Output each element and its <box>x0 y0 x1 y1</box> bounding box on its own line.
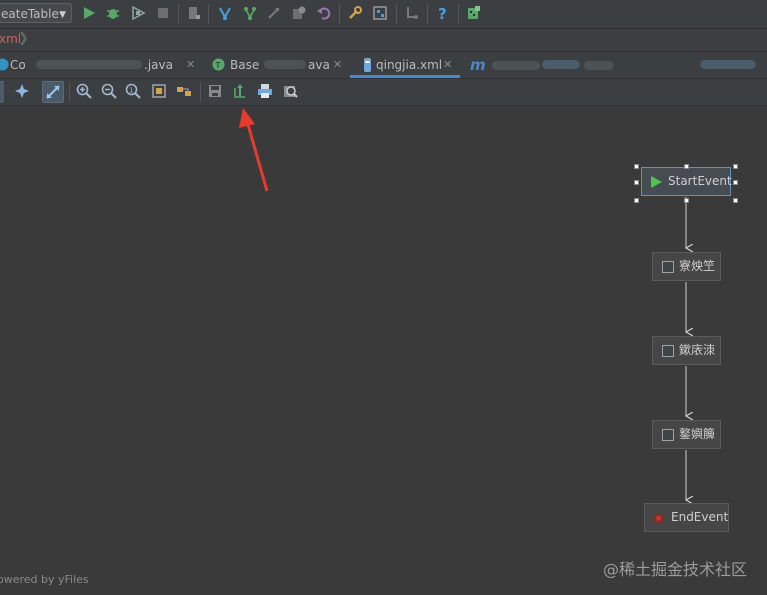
annotation-arrow-head <box>239 108 255 128</box>
tab-label: qingjia.xml <box>376 58 443 72</box>
help-icon[interactable]: ? <box>435 5 451 21</box>
tab-java-test[interactable]: T Base ava ✕ <box>208 52 348 78</box>
toolbar-separator <box>200 83 201 101</box>
breadcrumb-chevron-icon: ❯ <box>18 31 29 46</box>
sdk-icon[interactable] <box>404 5 420 21</box>
run-configuration-select[interactable]: eateTable ▼ <box>0 3 72 23</box>
svg-text:1: 1 <box>129 87 133 95</box>
close-icon[interactable]: ✕ <box>186 52 195 78</box>
debug-icon[interactable] <box>105 5 121 21</box>
toolbar-separator <box>396 4 397 24</box>
plugin-icon[interactable] <box>466 5 482 21</box>
user-task-icon <box>662 261 674 273</box>
node-label: StartEvent <box>668 174 732 188</box>
zoom-out-icon[interactable] <box>101 83 117 99</box>
print-icon[interactable] <box>257 83 273 99</box>
close-icon[interactable]: ✕ <box>443 52 452 78</box>
zoom-original-icon[interactable]: 1 <box>125 83 141 99</box>
selection-handle[interactable] <box>634 198 639 203</box>
start-event-icon <box>651 176 662 188</box>
selection-handle[interactable] <box>733 198 738 203</box>
run-icon[interactable] <box>81 5 97 21</box>
node-end-event[interactable]: EndEvent <box>644 503 729 532</box>
tab-java-class[interactable]: Co .java ✕ <box>0 52 202 78</box>
tab-qingjia-xml[interactable]: qingjia.xml ✕ <box>350 52 460 78</box>
zoom-in-icon[interactable] <box>76 83 92 99</box>
selection-handle[interactable] <box>684 164 689 169</box>
user-task-icon <box>662 345 674 357</box>
tab-maven[interactable]: m <box>462 52 767 78</box>
selection-handle[interactable] <box>733 164 738 169</box>
node-start-event[interactable]: StartEvent <box>641 167 732 196</box>
fit-content-icon <box>46 85 60 99</box>
tab-label-tail: .java <box>144 58 173 72</box>
revert-icon[interactable] <box>316 5 332 21</box>
tab-label-tail: ava <box>308 58 330 72</box>
toolbar-separator <box>339 4 340 24</box>
toolbar-separator <box>69 83 70 101</box>
watermark: @稀土掘金技术社区 <box>603 560 748 579</box>
end-event-icon <box>653 513 664 524</box>
vcs-history-icon[interactable] <box>291 5 307 21</box>
diagram-canvas[interactable]: StartEvent 寮炴笁 鏉庡洓 鐜嬩簲 EndEvent <box>0 106 767 595</box>
vcs-commit-icon[interactable] <box>242 5 258 21</box>
toolbar-separator <box>208 4 209 24</box>
selection-handle[interactable] <box>684 198 689 203</box>
pointer-mode-icon[interactable] <box>0 81 4 103</box>
stop-icon[interactable] <box>155 5 171 21</box>
maven-icon: m <box>470 56 486 74</box>
run-configuration-label: eateTable <box>1 7 59 21</box>
main-toolbar: eateTable ▼ ? <box>0 0 767 29</box>
svg-text:?: ? <box>438 5 447 21</box>
close-icon[interactable]: ✕ <box>333 52 342 78</box>
java-class-icon <box>0 58 9 71</box>
svg-text:T: T <box>215 61 221 70</box>
vcs-push-icon[interactable] <box>266 5 282 21</box>
tab-label: Base <box>230 58 260 72</box>
node-label: 鏉庡洓 <box>679 343 716 357</box>
toolbar-separator <box>178 4 179 24</box>
breadcrumb: xml ❯ <box>0 29 767 52</box>
powered-by-label: owered by yFiles <box>0 573 89 586</box>
node-task-2[interactable]: 鏉庡洓 <box>652 336 721 365</box>
settings-icon[interactable] <box>347 5 363 21</box>
chevron-down-icon: ▼ <box>59 10 66 20</box>
project-structure-icon[interactable] <box>372 5 388 21</box>
selection-handle[interactable] <box>733 180 738 185</box>
actual-size-icon[interactable] <box>14 83 30 99</box>
user-task-icon <box>662 429 674 441</box>
export-diagram-icon[interactable] <box>232 83 248 99</box>
selection-handle[interactable] <box>634 164 639 169</box>
java-test-icon: T <box>212 58 225 71</box>
diagram-toolbar: 1 <box>0 79 767 106</box>
selection-handle[interactable] <box>634 180 639 185</box>
build-icon[interactable] <box>186 5 202 21</box>
toolbar-separator <box>458 4 459 24</box>
toolbar-separator <box>427 4 428 24</box>
tab-label: Co <box>10 58 26 72</box>
node-task-3[interactable]: 鐜嬩簲 <box>652 420 721 449</box>
fit-page-icon[interactable] <box>151 83 167 99</box>
annotation-arrow-shaft <box>245 120 269 192</box>
node-label: 寮炴笁 <box>679 259 716 273</box>
coverage-icon[interactable] <box>130 5 146 21</box>
node-label: EndEvent <box>671 510 729 524</box>
vcs-update-icon[interactable] <box>217 5 233 21</box>
print-preview-icon[interactable] <box>282 83 298 99</box>
editor-tabs: Co .java ✕ T Base ava ✕ qingjia.xml ✕ m <box>0 52 767 79</box>
save-diagram-icon[interactable] <box>207 83 223 99</box>
node-label: 鐜嬩簲 <box>679 427 716 441</box>
node-task-1[interactable]: 寮炴笁 <box>652 252 721 281</box>
xml-file-icon <box>364 58 371 72</box>
layout-icon[interactable] <box>176 83 192 99</box>
